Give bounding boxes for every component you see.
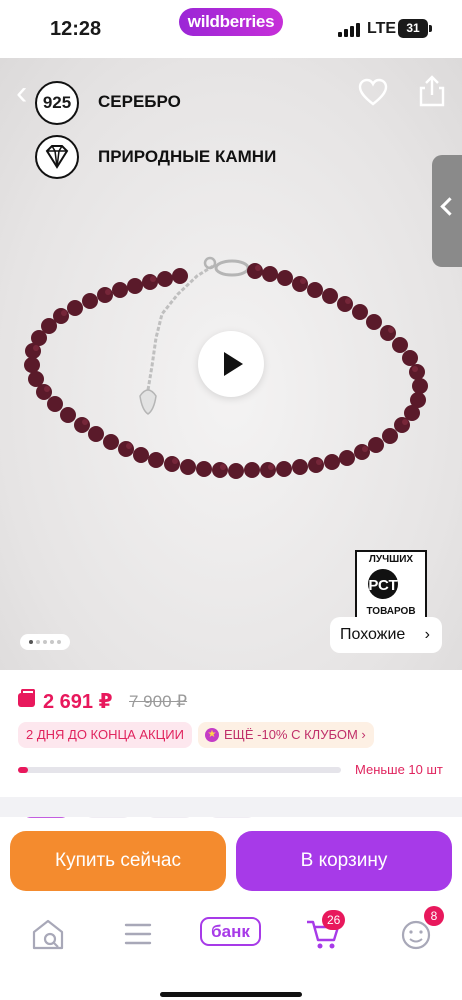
side-panel-tab[interactable] <box>432 155 462 267</box>
home-indicator <box>160 992 302 997</box>
promo-days-badge[interactable]: 2 ДНЯ ДО КОНЦА АКЦИИ <box>18 722 192 748</box>
profile-notification-badge: 8 <box>424 906 444 926</box>
badge-silver-label: СЕРЕБРО <box>98 92 181 111</box>
catalog-menu-icon[interactable] <box>118 916 158 952</box>
club-discount-badge[interactable]: ★ ЕЩЁ -10% С КЛУБОМ › <box>198 722 374 748</box>
stock-progress-bar <box>18 767 341 773</box>
svg-text:ТОВАРОВ: ТОВАРОВ <box>366 606 415 617</box>
section-divider <box>0 797 462 817</box>
wallet-icon <box>18 689 35 707</box>
similar-label: Похожие <box>340 626 406 643</box>
gallery-pagination <box>20 634 70 650</box>
battery-icon: 31 <box>398 19 432 38</box>
network-label: LTE <box>367 20 397 37</box>
club-discount-label: ЕЩЁ -10% С КЛУБОМ › <box>224 727 366 742</box>
signal-icon <box>338 23 360 37</box>
heart-icon[interactable] <box>358 78 388 106</box>
silver-925-icon: 925 <box>35 81 79 125</box>
share-icon[interactable] <box>418 75 446 107</box>
clock: 12:28 <box>50 18 102 40</box>
home-search-icon[interactable] <box>28 916 68 952</box>
product-gallery[interactable]: ‹ 925 СЕРЕБРО ПРИРОДНЫЕ КАМНИ ЛУЧШИХ РСТ… <box>0 58 462 670</box>
bottom-navigation: банк 26 8 <box>0 904 462 1000</box>
badge-natural-stones-label: ПРИРОДНЫЕ КАМНИ <box>98 147 277 166</box>
rst-quality-logo: ЛУЧШИХ РСТ ТОВАРОВ <box>355 550 427 620</box>
chevron-right-icon: › <box>424 626 430 643</box>
svg-text:РСТ: РСТ <box>368 577 397 594</box>
svg-text:ЛУЧШИХ: ЛУЧШИХ <box>369 554 414 565</box>
add-to-cart-button[interactable]: В корзину <box>236 831 452 891</box>
bank-tab[interactable]: банк <box>200 917 261 946</box>
similar-products-button[interactable]: Похожие › <box>330 617 442 653</box>
status-bar: 12:28 wildberries LTE 31 <box>0 0 462 58</box>
current-price: 2 691 ₽ <box>43 691 113 713</box>
play-video-button[interactable] <box>198 331 264 397</box>
diamond-icon <box>35 135 79 179</box>
stock-left-label: Меньше 10 шт <box>355 762 443 777</box>
old-price: 7 900 ₽ <box>129 692 188 711</box>
cart-count-badge: 26 <box>322 910 346 930</box>
purchase-action-bar: Купить сейчас В корзину <box>0 818 462 904</box>
star-icon: ★ <box>205 728 219 742</box>
wildberries-pill[interactable]: wildberries <box>179 8 283 36</box>
buy-now-button[interactable]: Купить сейчас <box>10 831 226 891</box>
stock-progress-fill <box>18 767 28 773</box>
